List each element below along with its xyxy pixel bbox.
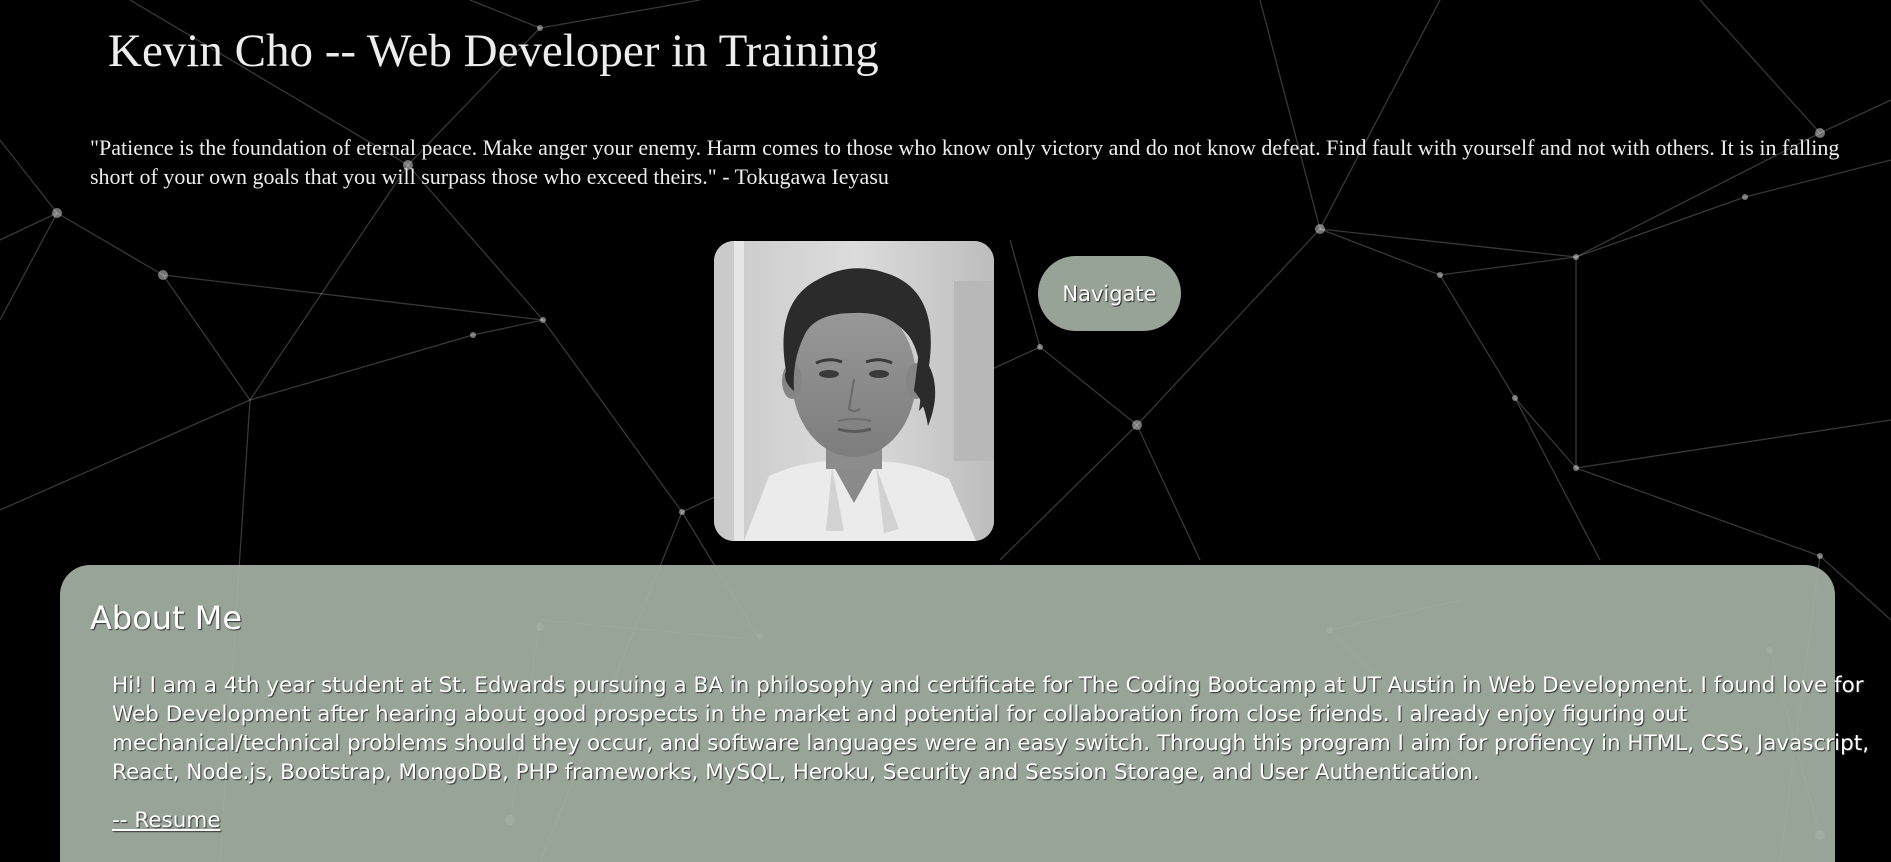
page-title: Kevin Cho -- Web Developer in Training	[108, 25, 879, 77]
resume-link[interactable]: -- Resume	[112, 808, 221, 833]
navigate-button[interactable]: Navigate	[1038, 256, 1181, 331]
profile-photo	[714, 241, 994, 541]
about-heading: About Me	[90, 599, 243, 637]
about-section: About Me Hi! I am a 4th year student at …	[60, 565, 1869, 862]
page: Kevin Cho -- Web Developer in Training "…	[0, 0, 1891, 862]
about-body-text: Hi! I am a 4th year student at St. Edwar…	[112, 673, 1870, 785]
quote-text: "Patience is the foundation of eternal p…	[90, 135, 1840, 189]
